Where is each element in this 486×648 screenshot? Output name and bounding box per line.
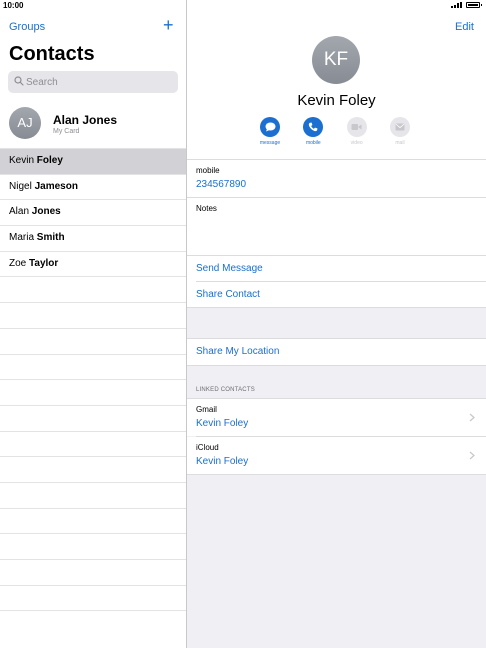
share-location-label: Share My Location <box>196 346 280 357</box>
contact-last-name: Foley <box>36 155 63 166</box>
empty-row <box>0 507 186 534</box>
list-item[interactable]: Nigel Jameson <box>0 173 186 200</box>
contact-first-name: Maria <box>9 232 37 244</box>
separator <box>187 365 486 366</box>
linked-contact-row[interactable]: Gmail Kevin Foley <box>187 399 486 436</box>
share-contact-button[interactable]: Share Contact <box>187 282 486 308</box>
call-button[interactable]: mobile <box>298 117 328 157</box>
separator <box>187 307 486 308</box>
video-icon <box>346 117 367 137</box>
contact-actions: message mobile video mail <box>255 117 415 157</box>
phone-value[interactable]: 234567890 <box>196 179 246 190</box>
list-item[interactable]: Kevin Foley <box>0 148 186 174</box>
search-icon <box>14 76 24 86</box>
status-time: 10:00 <box>3 1 24 10</box>
linked-name: Kevin Foley <box>196 418 249 429</box>
list-item[interactable]: Alan Jones <box>0 199 186 225</box>
status-bar: 10:00 <box>0 0 486 12</box>
empty-row <box>0 353 186 380</box>
avatar: AJ <box>9 107 41 139</box>
empty-row <box>0 610 186 636</box>
my-card[interactable]: AJ Alan Jones My Card <box>0 104 186 148</box>
contact-detail-pane: Edit KF Kevin Foley message mobile video <box>187 12 486 648</box>
chevron-right-icon <box>469 413 475 422</box>
contact-last-name: Smith <box>36 232 65 244</box>
send-message-button[interactable]: Send Message <box>187 256 486 282</box>
notes-label: Notes <box>196 204 217 213</box>
empty-row <box>0 379 186 405</box>
action-label: video <box>350 140 363 146</box>
linked-contact-row[interactable]: iCloud Kevin Foley <box>187 437 486 474</box>
contact-last-name: Taylor <box>29 257 59 269</box>
mail-icon <box>389 117 410 137</box>
edit-button[interactable]: Edit <box>455 21 474 33</box>
contact-first-name: Zoe <box>9 257 30 269</box>
search-bar[interactable] <box>8 71 178 93</box>
notes-field[interactable]: Notes <box>187 198 486 255</box>
action-label: mobile <box>305 140 321 146</box>
add-contact-icon[interactable]: + <box>163 16 174 34</box>
phone-label: mobile <box>196 166 220 175</box>
action-label: mail <box>395 140 405 146</box>
video-button: video <box>342 117 372 157</box>
phone-field[interactable]: mobile 234567890 <box>187 160 486 197</box>
empty-row <box>0 430 186 457</box>
empty-row <box>0 533 186 559</box>
linked-name: Kevin Foley <box>196 456 249 467</box>
search-input[interactable] <box>26 75 171 89</box>
groups-button[interactable]: Groups <box>9 21 45 33</box>
signal-icon <box>451 2 462 8</box>
status-icons <box>451 2 482 8</box>
contact-first-name: Alan <box>9 206 32 218</box>
contact-header: Edit KF Kevin Foley message mobile video <box>187 12 486 159</box>
empty-row <box>0 276 186 302</box>
empty-row <box>0 559 186 585</box>
share-contact-label: Share Contact <box>196 289 260 300</box>
message-icon <box>260 117 280 137</box>
empty-row <box>0 302 186 328</box>
empty-row <box>0 481 186 508</box>
contact-first-name: Nigel <box>9 180 35 192</box>
empty-row <box>0 456 186 482</box>
contact-first-name: Kevin <box>9 155 37 166</box>
contact-list: Kevin Foley Nigel Jameson Alan Jones Mar… <box>0 148 186 636</box>
mail-button: mail <box>385 117 415 157</box>
empty-row <box>0 584 186 611</box>
linked-contacts-header: LINKED CONTACTS <box>196 387 255 393</box>
send-message-label: Send Message <box>196 263 263 274</box>
list-item[interactable]: Zoe Taylor <box>0 250 186 277</box>
battery-icon <box>466 2 482 8</box>
chevron-right-icon <box>469 451 475 460</box>
my-card-subtitle: My Card <box>53 128 80 135</box>
empty-row <box>0 327 186 354</box>
contact-last-name: Jones <box>31 206 61 218</box>
contact-name: Kevin Foley <box>297 92 376 109</box>
action-label: message <box>259 140 281 146</box>
my-card-name: Alan Jones <box>53 113 118 127</box>
list-item[interactable]: Maria Smith <box>0 225 186 251</box>
avatar: KF <box>312 36 360 84</box>
phone-icon <box>303 117 324 137</box>
linked-source: Gmail <box>196 405 217 414</box>
contacts-list-pane: Groups + Contacts AJ Alan Jones My Card … <box>0 12 186 648</box>
contact-last-name: Jameson <box>34 180 78 192</box>
linked-source: iCloud <box>196 443 219 452</box>
page-title: Contacts <box>9 43 95 65</box>
empty-row <box>0 404 186 431</box>
separator <box>187 474 486 475</box>
share-location-button[interactable]: Share My Location <box>187 339 486 365</box>
message-button[interactable]: message <box>255 117 285 157</box>
